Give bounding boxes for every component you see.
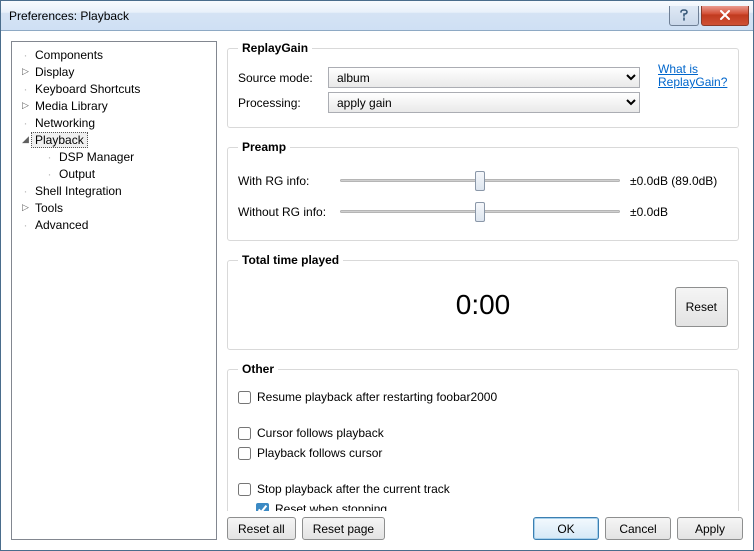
link-text-line1: What is [658,62,698,76]
other-legend: Other [238,362,278,376]
tree-item-output[interactable]: · Output [14,165,214,182]
titlebar: Preferences: Playback [1,1,753,31]
body: · Components ▷ Display · Keyboard Shortc… [1,31,753,550]
close-button[interactable] [701,6,749,26]
reset-page-button[interactable]: Reset page [302,517,385,540]
reset-all-button[interactable]: Reset all [227,517,296,540]
tree-item-components[interactable]: · Components [14,46,214,63]
tree-label: Networking [31,115,99,131]
tree-label: Components [31,47,107,63]
apply-button[interactable]: Apply [677,517,743,540]
ok-button[interactable]: OK [533,517,599,540]
reset-total-button[interactable]: Reset [675,287,728,327]
tree-item-networking[interactable]: · Networking [14,114,214,131]
tree-label: Shell Integration [31,183,126,199]
tree-dot-icon: · [20,48,31,62]
tree-item-display[interactable]: ▷ Display [14,63,214,80]
tree-collapsed-icon[interactable]: ▷ [20,202,31,213]
without-rg-value: ±0.0dB [618,205,728,219]
tree-label: Media Library [31,98,112,114]
help-button[interactable] [669,6,699,26]
cursor-follows-label: Cursor follows playback [257,426,384,440]
tree-dot-icon: · [20,184,31,198]
tree-dot-icon: · [44,150,55,164]
close-icon [719,10,731,20]
resume-playback-checkbox[interactable] [238,391,251,404]
without-rg-slider[interactable] [340,201,620,221]
tree-collapsed-icon[interactable]: ▷ [20,100,31,111]
processing-label: Processing: [238,96,328,110]
tree-label: Keyboard Shortcuts [31,81,144,97]
tree-dot-icon: · [20,82,31,96]
tree-label: DSP Manager [55,149,138,165]
help-icon [679,9,689,21]
tree-collapsed-icon[interactable]: ▷ [20,66,31,77]
source-mode-select[interactable]: album [328,67,640,88]
tree-expanded-icon[interactable]: ◢ [20,134,31,145]
with-rg-value: ±0.0dB (89.0dB) [618,174,728,188]
resume-playback-label: Resume playback after restarting foobar2… [257,390,497,404]
tree-item-media-library[interactable]: ▷ Media Library [14,97,214,114]
tree-label: Output [55,166,99,182]
preferences-window: Preferences: Playback · Components ▷ D [0,0,754,551]
without-rg-label: Without RG info: [238,205,338,219]
tree-label: Playback [31,132,88,148]
total-time-value: 0:00 [456,289,511,321]
cancel-button[interactable]: Cancel [605,517,671,540]
tree-item-keyboard-shortcuts[interactable]: · Keyboard Shortcuts [14,80,214,97]
preamp-group: Preamp With RG info: ±0.0dB (89.0dB) Wit… [227,140,739,241]
other-group: Other Resume playback after restarting f… [227,362,739,511]
total-time-group: Total time played 0:00 Reset [227,253,739,350]
category-tree[interactable]: · Components ▷ Display · Keyboard Shortc… [11,41,217,540]
tree-label: Tools [31,200,67,216]
processing-select[interactable]: apply gain [328,92,640,113]
tree-item-tools[interactable]: ▷ Tools [14,199,214,216]
tree-item-advanced[interactable]: · Advanced [14,216,214,233]
tree-dot-icon: · [20,116,31,130]
content: ReplayGain Source mode: album Processing… [227,41,743,511]
total-time-legend: Total time played [238,253,343,267]
main-panel: ReplayGain Source mode: album Processing… [227,41,743,540]
cursor-follows-checkbox[interactable] [238,427,251,440]
preamp-legend: Preamp [238,140,290,154]
replaygain-legend: ReplayGain [238,41,312,55]
link-text-line2: ReplayGain? [658,75,727,89]
window-title: Preferences: Playback [9,9,667,23]
what-is-replaygain-link[interactable]: What is ReplayGain? [658,63,728,117]
stop-after-label: Stop playback after the current track [257,482,450,496]
window-buttons [667,6,749,26]
source-mode-label: Source mode: [238,71,328,85]
stop-after-checkbox[interactable] [238,483,251,496]
playback-follows-label: Playback follows cursor [257,446,382,460]
tree-label: Advanced [31,217,92,233]
tree-dot-icon: · [44,167,55,181]
footer: Reset all Reset page OK Cancel Apply [227,511,743,540]
tree-item-dsp-manager[interactable]: · DSP Manager [14,148,214,165]
tree-item-shell-integration[interactable]: · Shell Integration [14,182,214,199]
with-rg-label: With RG info: [238,174,338,188]
with-rg-slider[interactable] [340,170,620,190]
tree-dot-icon: · [20,218,31,232]
tree-item-playback[interactable]: ◢ Playback [14,131,214,148]
tree-label: Display [31,64,78,80]
reset-when-stopping-checkbox[interactable] [256,503,269,512]
playback-follows-checkbox[interactable] [238,447,251,460]
replaygain-group: ReplayGain Source mode: album Processing… [227,41,739,128]
reset-when-stopping-label: Reset when stopping [275,502,387,511]
